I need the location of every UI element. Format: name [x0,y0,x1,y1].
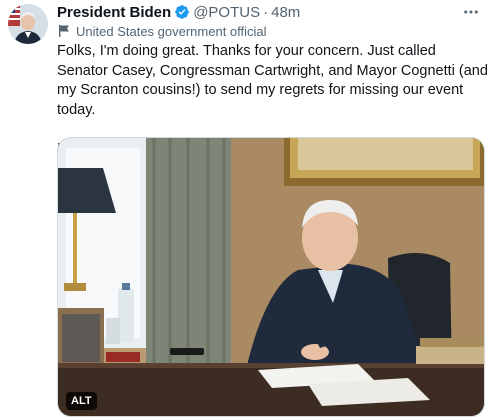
header-separator: · [263,3,269,21]
account-label[interactable]: United States government official [57,22,267,40]
more-options-icon[interactable] [460,2,482,22]
author-name[interactable]: President Biden [57,4,171,21]
avatar-image [8,4,48,44]
tweet-photo[interactable] [57,137,485,417]
account-label-text: United States government official [76,23,267,39]
alt-text-badge[interactable]: ALT [66,392,97,410]
avatar[interactable] [8,4,48,44]
flag-icon [57,24,71,38]
tweet-timestamp[interactable]: 48m [271,4,300,21]
photo-image [58,138,484,416]
verified-badge-icon [174,4,190,20]
author-handle[interactable]: @POTUS [193,4,260,21]
tweet[interactable]: President Biden @POTUS · 48m United Stat… [0,0,500,420]
tweet-header: President Biden @POTUS · 48m [57,2,300,22]
